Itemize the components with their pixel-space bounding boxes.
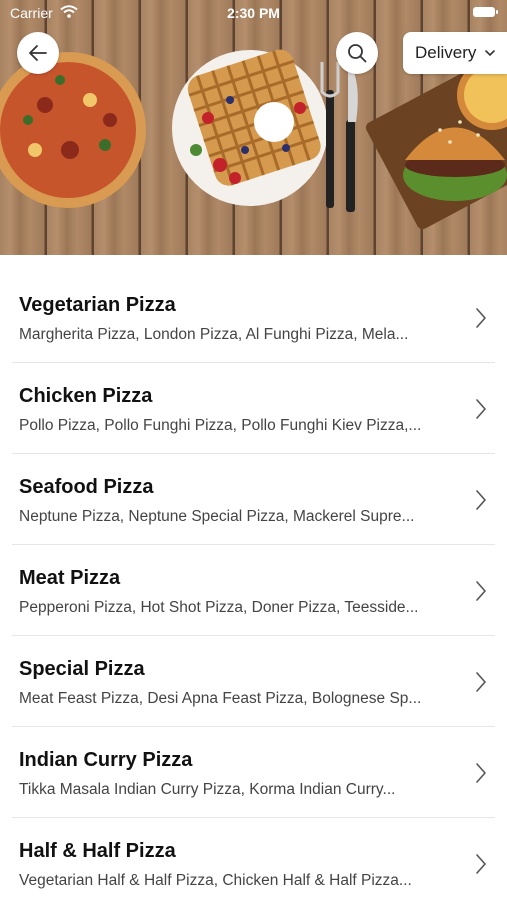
category-title: Half & Half Pizza xyxy=(19,840,176,862)
category-row[interactable]: Special Pizza Meat Feast Pizza, Desi Apn… xyxy=(12,636,495,727)
search-icon xyxy=(346,42,368,64)
chevron-right-icon xyxy=(475,762,487,789)
search-button[interactable] xyxy=(336,32,378,74)
chevron-right-icon xyxy=(475,398,487,425)
chevron-right-icon xyxy=(475,580,487,607)
chevron-right-icon xyxy=(475,489,487,516)
category-title: Vegetarian Pizza xyxy=(19,294,176,316)
category-title: Meat Pizza xyxy=(19,567,121,589)
category-list: Vegetarian Pizza Margherita Pizza, Londo… xyxy=(0,272,507,909)
category-row[interactable]: Half & Half Pizza Vegetarian Half & Half… xyxy=(12,818,495,909)
hero-banner: Carrier 2:30 PM Delivery xyxy=(0,0,507,255)
category-items: Margherita Pizza, London Pizza, Al Fungh… xyxy=(19,326,409,343)
battery-icon xyxy=(473,7,498,17)
chevron-down-icon xyxy=(484,49,496,57)
category-items: Meat Feast Pizza, Desi Apna Feast Pizza,… xyxy=(19,690,422,707)
back-button[interactable] xyxy=(17,32,59,74)
category-row[interactable]: Vegetarian Pizza Margherita Pizza, Londo… xyxy=(12,272,495,363)
category-title: Special Pizza xyxy=(19,658,145,680)
category-items: Tikka Masala Indian Curry Pizza, Korma I… xyxy=(19,781,396,798)
delivery-label: Delivery xyxy=(415,43,477,62)
category-title: Seafood Pizza xyxy=(19,476,154,498)
category-row[interactable]: Chicken Pizza Pollo Pizza, Pollo Funghi … xyxy=(12,363,495,454)
category-row[interactable]: Meat Pizza Pepperoni Pizza, Hot Shot Piz… xyxy=(12,545,495,636)
category-items: Pollo Pizza, Pollo Funghi Pizza, Pollo F… xyxy=(19,417,422,434)
category-title: Indian Curry Pizza xyxy=(19,749,193,771)
chevron-right-icon xyxy=(475,853,487,880)
category-items: Neptune Pizza, Neptune Special Pizza, Ma… xyxy=(19,508,415,525)
category-items: Pepperoni Pizza, Hot Shot Pizza, Doner P… xyxy=(19,599,419,616)
category-row[interactable]: Indian Curry Pizza Tikka Masala Indian C… xyxy=(12,727,495,818)
status-time: 2:30 PM xyxy=(227,5,280,21)
category-items: Vegetarian Half & Half Pizza, Chicken Ha… xyxy=(19,872,412,889)
category-row[interactable]: Seafood Pizza Neptune Pizza, Neptune Spe… xyxy=(12,454,495,545)
delivery-dropdown[interactable]: Delivery xyxy=(403,32,507,74)
category-title: Chicken Pizza xyxy=(19,385,153,407)
status-bar: Carrier 2:30 PM xyxy=(0,0,507,26)
arrow-left-icon xyxy=(27,42,49,64)
chevron-right-icon xyxy=(475,671,487,698)
chevron-right-icon xyxy=(475,307,487,334)
